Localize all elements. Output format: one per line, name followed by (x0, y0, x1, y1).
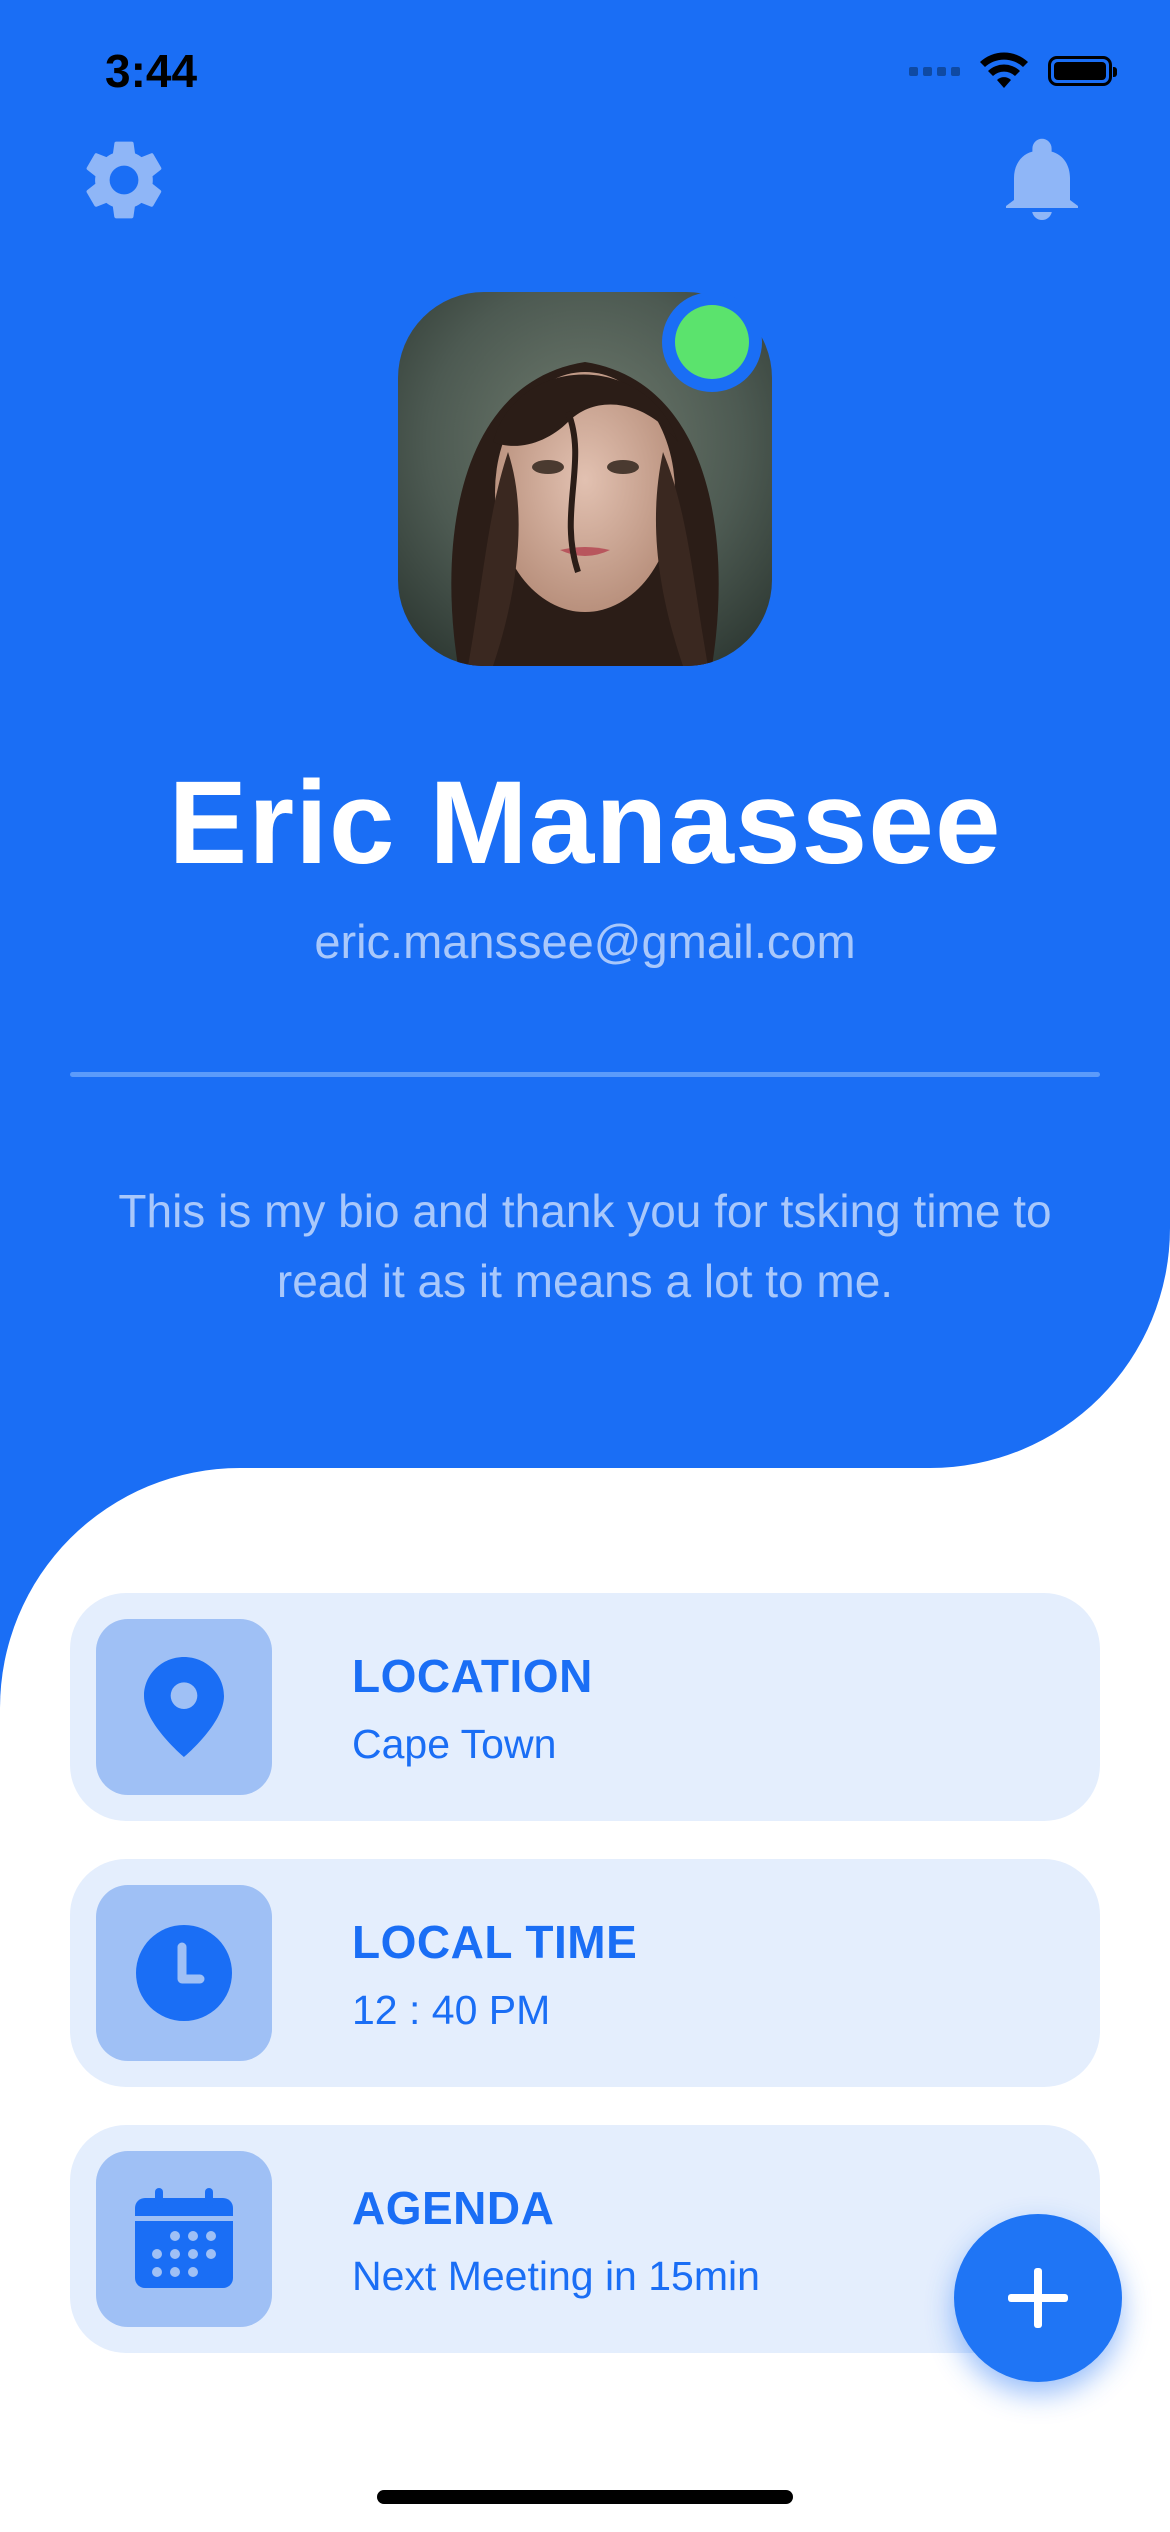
add-button[interactable] (954, 2214, 1122, 2382)
header-divider (70, 1072, 1100, 1077)
agenda-label: AGENDA (352, 2182, 555, 2234)
profile-name: Eric Manassee (168, 757, 1002, 889)
local-time-value: 12 : 40 PM (352, 1987, 551, 2033)
battery-icon (1048, 56, 1117, 86)
local-time-label: LOCAL TIME (352, 1916, 638, 1968)
wifi-icon (980, 52, 1028, 88)
profile-email[interactable]: eric.manssee@gmail.com (0, 914, 1170, 969)
location-pin-icon (144, 1657, 224, 1757)
agenda-card[interactable]: AGENDA Next Meeting in 15min (70, 2125, 1100, 2353)
local-time-icon-box (96, 1885, 272, 2061)
gear-icon[interactable] (76, 132, 172, 228)
home-indicator[interactable] (377, 2490, 793, 2504)
profile-screen: 3:44 Eric Manassee eric.manssee@gmail.co… (0, 0, 1170, 2532)
status-icons (909, 52, 1117, 90)
plus-icon (1008, 2268, 1068, 2328)
online-status-indicator (662, 292, 762, 392)
location-icon-box (96, 1619, 272, 1795)
agenda-icon-box (96, 2151, 272, 2327)
bell-icon[interactable] (994, 132, 1090, 228)
clock-icon (136, 1925, 232, 2021)
status-time: 3:44 (105, 45, 198, 97)
location-card[interactable]: LOCATION Cape Town (70, 1593, 1100, 1821)
local-time-card[interactable]: LOCAL TIME 12 : 40 PM (70, 1859, 1100, 2087)
profile-bio: This is my bio and thank you for tsking … (118, 1185, 1052, 1307)
location-label: LOCATION (352, 1650, 593, 1702)
location-value: Cape Town (352, 1721, 557, 1767)
calendar-icon (135, 2188, 233, 2288)
cellular-signal-icon (909, 66, 960, 76)
agenda-value: Next Meeting in 15min (352, 2253, 760, 2299)
